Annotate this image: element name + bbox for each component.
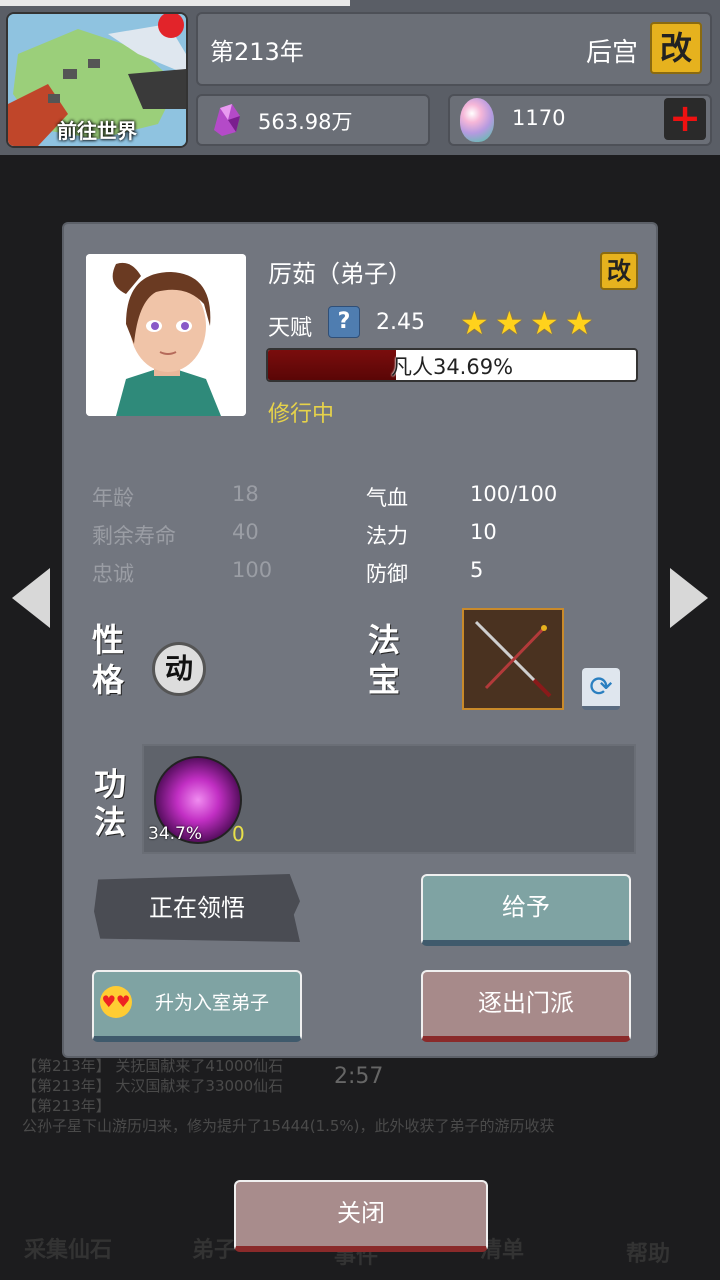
promote-button-label: 升为入室弟子 (154, 992, 269, 1014)
star-icon: ★ (460, 304, 489, 342)
log-line: 【第213年】 大汉国献来了33000仙石 (22, 1077, 284, 1095)
talent-value: 2.45 (376, 310, 425, 335)
egg-icon (460, 98, 494, 142)
talent-label: 天赋 (268, 316, 313, 341)
skills-panel: 34.7% 0 (142, 744, 636, 854)
top-strip (0, 0, 350, 6)
spirit-stone-panel: 563.98万 (196, 94, 430, 146)
stat-label-mana: 法力 (366, 524, 408, 548)
stat-label-hp: 气血 (366, 486, 408, 510)
harem-label[interactable]: 后宫 (586, 32, 638, 69)
comprehending-button[interactable]: 正在领悟 (94, 874, 300, 942)
log-line: 公孙子星下山游历归来，修为提升了15444(1.5%)，此外收获了弟子的游历收获 (22, 1117, 555, 1135)
stat-value-defense: 5 (470, 558, 484, 582)
crystal-icon (214, 104, 240, 136)
expel-button[interactable]: 逐出门派 (421, 970, 631, 1042)
talent-help-button[interactable]: ? (328, 306, 360, 338)
disciple-portrait (86, 254, 246, 416)
swap-treasure-button[interactable]: ⟳ (582, 668, 620, 710)
star-icon: ★ (565, 304, 594, 342)
nav-help[interactable]: 帮助 (626, 1236, 670, 1268)
disciple-name: 厉茹（弟子） (268, 260, 412, 288)
treasure-slot[interactable] (462, 608, 564, 710)
talent-stars: ★ ★ ★ ★ (460, 304, 600, 342)
stat-value-mana: 10 (470, 520, 497, 544)
stat-value-loyalty: 100 (232, 558, 273, 582)
nav-disciples[interactable]: 弟子 (192, 1232, 236, 1264)
year-panel: 第213年 后宫 改 (196, 12, 712, 86)
star-icon: ★ (495, 304, 524, 342)
year-text: 第213年 (210, 38, 304, 66)
spirit-stone-amount: 563.98万 (258, 110, 353, 134)
close-button[interactable]: 关闭 (234, 1180, 488, 1252)
give-button[interactable]: 给予 (421, 874, 631, 946)
stat-value-age: 18 (232, 482, 259, 506)
previous-arrow-icon[interactable] (12, 568, 50, 628)
plus-button[interactable]: + (664, 98, 706, 140)
rename-button[interactable]: 改 (600, 252, 638, 290)
sword-icon (474, 620, 552, 698)
cultivation-progress-bar: 凡人34.69% (266, 348, 638, 382)
next-arrow-icon[interactable] (670, 568, 708, 628)
skills-label-1: 功 (93, 765, 126, 803)
stat-label-lifespan: 剩余寿命 (92, 524, 176, 548)
stat-label-loyalty: 忠诚 (92, 562, 134, 586)
stat-value-lifespan: 40 (232, 520, 259, 544)
portrait-image (86, 254, 246, 416)
egg-amount: 1170 (512, 106, 566, 130)
promote-button[interactable]: ♥♥ 升为入室弟子 (92, 970, 302, 1042)
skill-progress: 34.7% (148, 824, 203, 844)
personality-label-2: 格 (91, 661, 124, 699)
personality-label-1: 性 (91, 621, 124, 659)
harem-edit-button[interactable]: 改 (650, 22, 702, 74)
skills-label-2: 法 (93, 803, 126, 841)
disciple-dialog: 厉茹（弟子） 改 天赋 ? 2.45 ★ ★ ★ ★ 凡人34.69% 修行中 年龄 … (64, 224, 656, 1056)
egg-panel: 1170 + (448, 94, 712, 146)
nav-gather-stones[interactable]: 采集仙石 (24, 1232, 112, 1264)
go-to-world-button[interactable]: 前往世界 (6, 12, 188, 148)
log-line: 【第213年】 关抚国献来了41000仙石 (22, 1057, 284, 1075)
stat-value-hp: 100/100 (470, 482, 558, 506)
heart-eyes-icon: ♥♥ (100, 986, 132, 1018)
status-text: 修行中 (268, 402, 335, 427)
star-icon: ★ (530, 304, 559, 342)
log-line: 【第213年】 (22, 1097, 111, 1115)
treasure-label-2: 宝 (367, 661, 400, 699)
stat-label-age: 年龄 (92, 486, 134, 510)
notification-dot (158, 14, 184, 38)
world-button-label: 前往世界 (57, 119, 137, 143)
treasure-label-1: 法 (367, 621, 400, 659)
personality-trait-icon[interactable]: 动 (152, 642, 206, 696)
stat-label-defense: 防御 (366, 562, 408, 586)
cultivation-progress-text: 凡人34.69% (390, 355, 514, 379)
skill-count: 0 (232, 822, 245, 846)
